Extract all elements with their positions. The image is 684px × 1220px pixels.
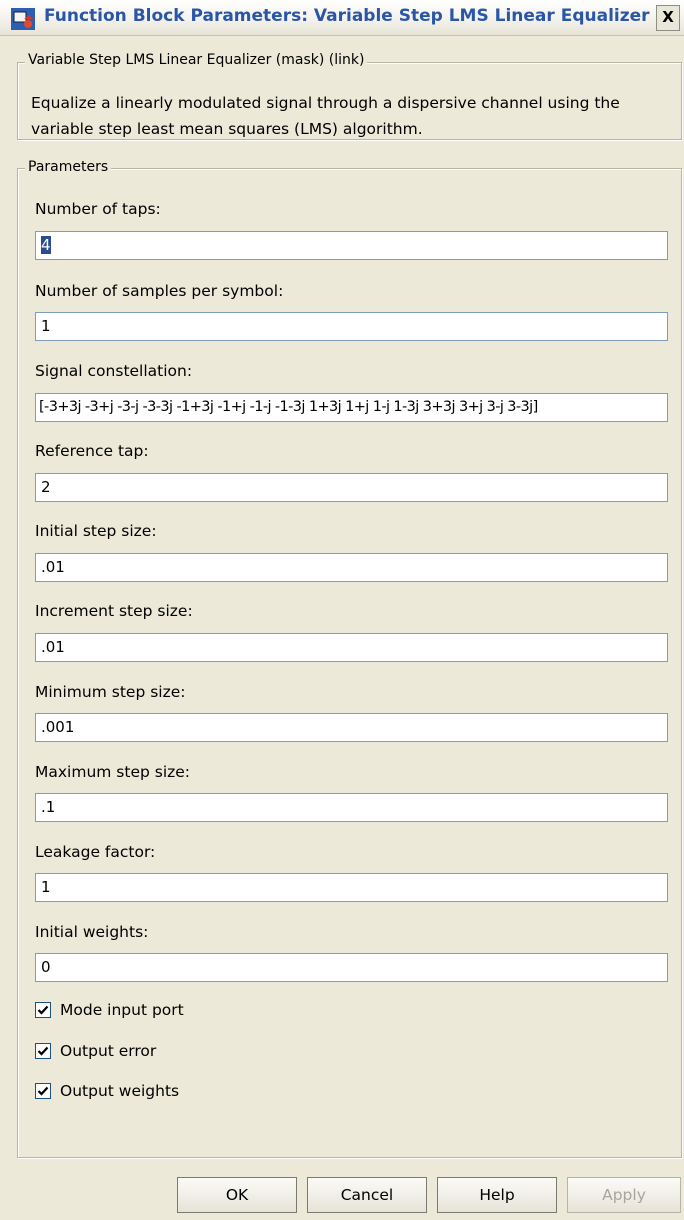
minimum-step-size-field[interactable]: .001 <box>35 713 668 742</box>
close-button[interactable]: X <box>656 5 680 31</box>
signal-constellation-field[interactable]: [-3+3j -3+j -3-j -3-3j -1+3j -1+j -1-j -… <box>35 393 668 422</box>
output-error-label: Output error <box>60 1042 157 1060</box>
initial-step-size-field[interactable]: .01 <box>35 553 668 582</box>
simulink-block-icon <box>11 8 35 30</box>
reference-tap-label: Reference tap: <box>35 442 149 460</box>
samples-per-symbol-label: Number of samples per symbol: <box>35 282 284 300</box>
number-of-taps-field[interactable]: 4 <box>35 231 668 260</box>
apply-button[interactable]: Apply <box>567 1177 681 1213</box>
reference-tap-field[interactable]: 2 <box>35 473 668 502</box>
mask-legend: Variable Step LMS Linear Equalizer (mask… <box>25 52 368 68</box>
maximum-step-size-field[interactable]: .1 <box>35 793 668 822</box>
signal-constellation-label: Signal constellation: <box>35 362 193 380</box>
samples-per-symbol-field[interactable]: 1 <box>35 312 668 341</box>
initial-weights-field[interactable]: 0 <box>35 953 668 982</box>
number-of-taps-label: Number of taps: <box>35 200 161 218</box>
window-title: Function Block Parameters: Variable Step… <box>44 6 650 26</box>
minimum-step-size-label: Minimum step size: <box>35 683 186 701</box>
mask-description: Equalize a linearly modulated signal thr… <box>31 94 620 138</box>
leakage-factor-label: Leakage factor: <box>35 843 156 861</box>
help-button[interactable]: Help <box>437 1177 557 1213</box>
parameters-legend: Parameters <box>25 159 112 175</box>
maximum-step-size-label: Maximum step size: <box>35 763 191 781</box>
cancel-button[interactable]: Cancel <box>307 1177 427 1213</box>
checkmark-icon <box>37 1046 49 1056</box>
number-of-taps-value: 4 <box>41 236 51 254</box>
checkmark-icon <box>37 1086 49 1096</box>
increment-step-size-label: Increment step size: <box>35 602 193 620</box>
output-weights-label: Output weights <box>60 1082 180 1100</box>
checkmark-icon <box>37 1005 49 1015</box>
output-weights-checkbox[interactable] <box>35 1083 51 1099</box>
title-bar[interactable]: Function Block Parameters: Variable Step… <box>0 0 684 36</box>
increment-step-size-field[interactable]: .01 <box>35 633 668 662</box>
initial-step-size-label: Initial step size: <box>35 522 157 540</box>
output-error-checkbox[interactable] <box>35 1043 51 1059</box>
mode-input-port-label: Mode input port <box>60 1001 184 1019</box>
initial-weights-label: Initial weights: <box>35 923 149 941</box>
leakage-factor-field[interactable]: 1 <box>35 873 668 902</box>
ok-button[interactable]: OK <box>177 1177 297 1213</box>
mode-input-port-checkbox[interactable] <box>35 1002 51 1018</box>
